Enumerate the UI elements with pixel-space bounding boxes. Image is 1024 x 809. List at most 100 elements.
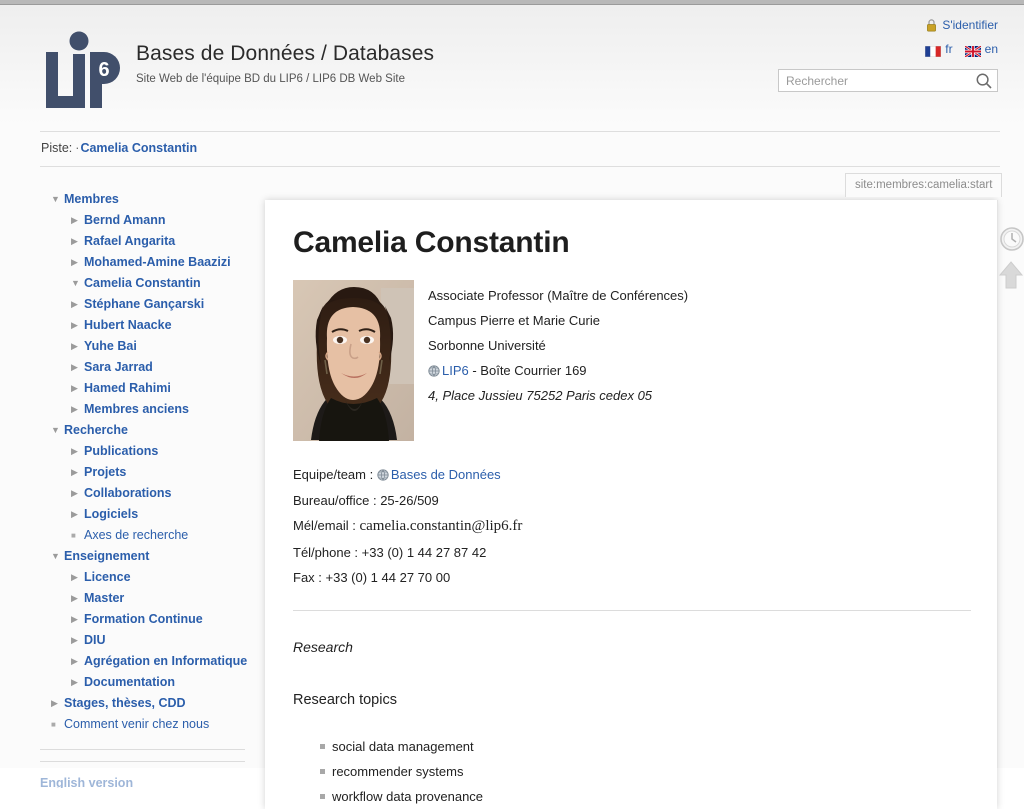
login-link[interactable]: S'identifier (942, 18, 998, 32)
sidebar-item-label[interactable]: Projets (84, 462, 126, 483)
search-icon[interactable] (974, 71, 994, 91)
sidebar-item-membres-anciens[interactable]: ▶Membres anciens (40, 399, 250, 420)
sidebar-item-master[interactable]: ▶Master (40, 588, 250, 609)
lip6-link[interactable]: LIP6 (442, 363, 469, 378)
body-area: ▼Membres▶Bernd Amann▶Rafael Angarita▶Moh… (0, 167, 1024, 768)
sidebar-item-label[interactable]: Stéphane Gançarski (84, 294, 204, 315)
breadcrumb-current-link[interactable]: Camelia Constantin (80, 141, 197, 155)
sidebar-item-label[interactable]: Recherche (64, 420, 128, 441)
search-input[interactable] (779, 70, 974, 91)
sidebar-item-yuhe-bai[interactable]: ▶Yuhe Bai (40, 336, 250, 357)
sidebar-item-label[interactable]: Publications (84, 441, 158, 462)
contact-block: Equipe/team : Bases de Données Bureau/of… (293, 462, 969, 591)
login-area[interactable]: S'identifier (926, 18, 998, 32)
sidebar-item-mohamed-amine-baazizi[interactable]: ▶Mohamed-Amine Baazizi (40, 252, 250, 273)
sidebar-item-label[interactable]: DIU (84, 630, 106, 651)
sidebar-item-label[interactable]: Membres (64, 189, 119, 210)
sidebar-item-label[interactable]: Collaborations (84, 483, 172, 504)
sidebar-item-label[interactable]: Logiciels (84, 504, 138, 525)
profile-line-university: Sorbonne Université (428, 333, 688, 358)
profile-line-lip6: LIP6 - Boîte Courrier 169 (428, 358, 688, 383)
sidebar-item-label[interactable]: Rafael Angarita (84, 231, 175, 252)
sidebar-item-label[interactable]: Master (84, 588, 124, 609)
lip6-mailbox-text: - Boîte Courrier 169 (469, 363, 587, 378)
sidebar-item-logiciels[interactable]: ▶Logiciels (40, 504, 250, 525)
sidebar-item-label[interactable]: Bernd Amann (84, 210, 166, 231)
sidebar-spacer-2 (40, 750, 250, 761)
sidebar-item-projets[interactable]: ▶Projets (40, 462, 250, 483)
clock-icon[interactable] (997, 224, 1024, 254)
sidebar-item-publications[interactable]: ▶Publications (40, 441, 250, 462)
sidebar-item-label[interactable]: Axes de recherche (84, 525, 188, 546)
caret-right-icon: ▶ (71, 504, 84, 525)
profile-line-campus: Campus Pierre et Marie Curie (428, 308, 688, 333)
breadcrumb-separator: · (75, 141, 79, 155)
square-icon: ■ (71, 525, 84, 546)
sidebar-item-collaborations[interactable]: ▶Collaborations (40, 483, 250, 504)
globe-icon-team (377, 464, 389, 476)
content-card: Camelia Constantin (265, 200, 997, 809)
sidebar-item-st-phane-gan-arski[interactable]: ▶Stéphane Gançarski (40, 294, 250, 315)
profile-block: Associate Professor (Maître de Conférenc… (293, 280, 969, 441)
arrow-up-icon[interactable] (997, 260, 1024, 290)
language-switcher[interactable]: fr en (925, 42, 998, 56)
sidebar-item-label[interactable]: Enseignement (64, 546, 149, 567)
sidebar-item-label[interactable]: Sara Jarrad (84, 357, 153, 378)
sidebar-item-label[interactable]: Licence (84, 567, 131, 588)
sidebar-item-camelia-constantin[interactable]: ▼Camelia Constantin (40, 273, 250, 294)
globe-icon (428, 360, 440, 372)
caret-right-icon: ▶ (71, 462, 84, 483)
sidebar-rule-2 (40, 761, 245, 762)
sidebar-clipped-item[interactable]: English version (40, 774, 250, 788)
contact-email: Mél/email : camelia.constantin@lip6.fr (293, 513, 969, 540)
sidebar-item-rafael-angarita[interactable]: ▶Rafael Angarita (40, 231, 250, 252)
contact-office: Bureau/office : 25-26/509 (293, 488, 969, 514)
site-title-block: Bases de Données / Databases Site Web de… (136, 41, 434, 86)
breadcrumb-rule-top (40, 131, 1000, 132)
sidebar-item-label[interactable]: Hubert Naacke (84, 315, 172, 336)
research-subheading: Research topics (293, 690, 969, 710)
sidebar-item-formation-continue[interactable]: ▶Formation Continue (40, 609, 250, 630)
language-fr[interactable]: fr (925, 42, 952, 56)
sidebar-item-hubert-naacke[interactable]: ▶Hubert Naacke (40, 315, 250, 336)
caret-right-icon: ▶ (51, 693, 64, 714)
sidebar-item-comment-venir-chez-nous[interactable]: ■Comment venir chez nous (40, 714, 250, 735)
contact-team-link[interactable]: Bases de Données (391, 467, 501, 482)
sidebar-item-label[interactable]: Agrégation en Informatique (84, 651, 247, 672)
sidebar-item-label[interactable]: Membres anciens (84, 399, 189, 420)
sidebar-item-membres[interactable]: ▼Membres (40, 189, 250, 210)
sidebar-item-label[interactable]: Hamed Rahimi (84, 378, 171, 399)
research-topics-list: social data managementrecommender system… (293, 734, 969, 809)
contact-fax: Fax : +33 (0) 1 44 27 70 00 (293, 565, 969, 591)
sidebar-item-sara-jarrad[interactable]: ▶Sara Jarrad (40, 357, 250, 378)
breadcrumb: Piste:·Camelia Constantin (0, 131, 1024, 167)
language-en-label: en (985, 42, 998, 56)
sidebar-item-hamed-rahimi[interactable]: ▶Hamed Rahimi (40, 378, 250, 399)
sidebar-item-label[interactable]: Yuhe Bai (84, 336, 137, 357)
caret-right-icon: ▶ (71, 399, 84, 420)
caret-right-icon: ▶ (71, 609, 84, 630)
sidebar-item-diu[interactable]: ▶DIU (40, 630, 250, 651)
sidebar-item-label[interactable]: Stages, thèses, CDD (64, 693, 186, 714)
site-title: Bases de Données / Databases (136, 41, 434, 67)
search-box[interactable] (778, 69, 998, 92)
sidebar-item-enseignement[interactable]: ▼Enseignement (40, 546, 250, 567)
sidebar-item-stages-th-ses-cdd[interactable]: ▶Stages, thèses, CDD (40, 693, 250, 714)
sidebar-item-label[interactable]: Comment venir chez nous (64, 714, 209, 735)
caret-right-icon: ▶ (71, 378, 84, 399)
sidebar-item-bernd-amann[interactable]: ▶Bernd Amann (40, 210, 250, 231)
sidebar-item-label[interactable]: Mohamed-Amine Baazizi (84, 252, 231, 273)
caret-down-icon: ▼ (51, 546, 64, 567)
sidebar-item-recherche[interactable]: ▼Recherche (40, 420, 250, 441)
lip6-logo[interactable]: 6 (42, 30, 124, 110)
sidebar-item-label[interactable]: Formation Continue (84, 609, 203, 630)
sidebar-item-label[interactable]: Documentation (84, 672, 175, 693)
sidebar-item-label[interactable]: Camelia Constantin (84, 273, 201, 294)
sidebar-item-documentation[interactable]: ▶Documentation (40, 672, 250, 693)
sidebar-item-licence[interactable]: ▶Licence (40, 567, 250, 588)
breadcrumb-label: Piste: (41, 141, 72, 155)
sidebar-item-axes-de-recherche[interactable]: ■Axes de recherche (40, 525, 250, 546)
language-en[interactable]: en (965, 42, 998, 56)
flag-fr-icon (925, 44, 941, 55)
sidebar-item-agr-gation-en-informatique[interactable]: ▶Agrégation en Informatique (40, 651, 250, 672)
